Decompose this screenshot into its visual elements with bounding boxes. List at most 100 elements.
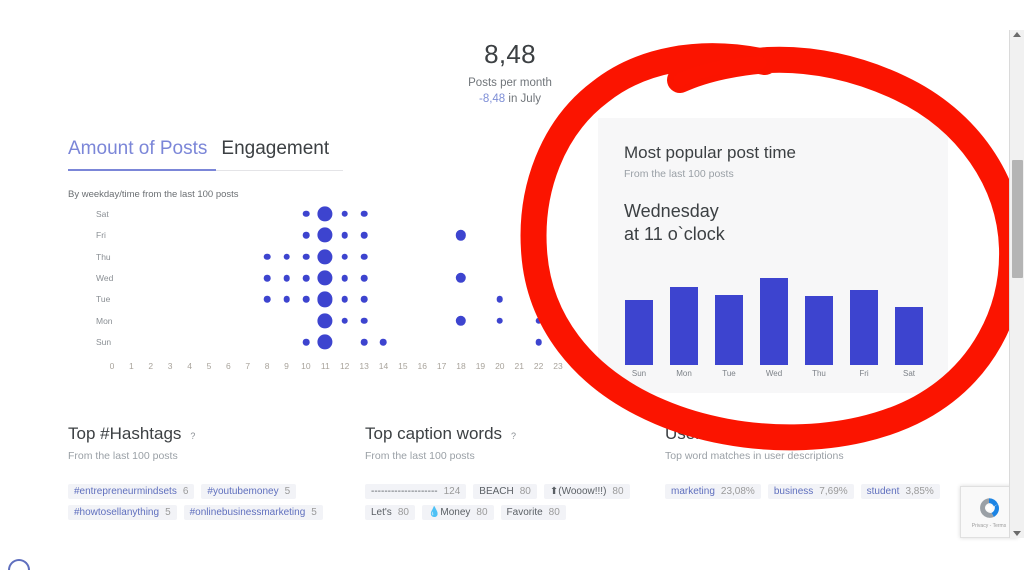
bubble-point[interactable]: [283, 253, 290, 260]
chip-label: ⬆(Wooow!!!): [549, 486, 607, 497]
scrollbar-thumb[interactable]: [1012, 160, 1023, 278]
recaptcha-sep: -: [989, 523, 992, 529]
chip[interactable]: 💧Money 80: [421, 505, 494, 520]
chip[interactable]: #youtubemoney 5: [201, 484, 297, 499]
bar-label: Mon: [676, 369, 692, 378]
bubble-point[interactable]: [496, 317, 504, 325]
bubble-point[interactable]: [302, 274, 310, 282]
tab-active-underline: [68, 169, 216, 171]
recaptcha-terms[interactable]: Terms: [993, 523, 1007, 529]
bubble-y-label-fri: Fri: [96, 230, 106, 241]
bubble-point[interactable]: [341, 296, 348, 303]
chip-label: marketing: [671, 486, 715, 497]
chip[interactable]: ⬆(Wooow!!!) 80: [543, 484, 630, 499]
bar-column-mon[interactable]: Mon: [669, 287, 699, 378]
scroll-up-arrow-icon[interactable]: [1013, 32, 1021, 37]
chip[interactable]: student 3,85%: [860, 484, 940, 499]
bubble-x-label-10: 10: [301, 361, 311, 371]
bubble-point[interactable]: [341, 253, 348, 260]
bubble-point[interactable]: [360, 253, 368, 260]
bar-column-tue[interactable]: Tue: [714, 294, 744, 378]
chip[interactable]: #howtosellanything 5: [68, 505, 177, 520]
bubble-point[interactable]: [317, 313, 333, 329]
chip[interactable]: BEACH 80: [473, 484, 537, 499]
bubble-point[interactable]: [302, 253, 310, 260]
bubble-point[interactable]: [455, 229, 467, 241]
bar-column-sat[interactable]: Sat: [894, 307, 924, 378]
bubble-point[interactable]: [302, 210, 310, 217]
chip-count: 23,08%: [720, 486, 755, 497]
bubble-point[interactable]: [360, 338, 368, 346]
bubble-point[interactable]: [317, 248, 333, 265]
bar: [805, 295, 833, 365]
bar-label: Sun: [631, 369, 647, 378]
bubble-point[interactable]: [535, 296, 542, 303]
bubble-x-label-11: 11: [320, 361, 330, 371]
chip[interactable]: #onlinebusinessmarketing 5: [183, 505, 323, 520]
bubble-point[interactable]: [341, 317, 348, 325]
bubble-point[interactable]: [341, 210, 348, 217]
page-scrollbar[interactable]: [1009, 30, 1024, 538]
bubble-point[interactable]: [535, 317, 542, 325]
tab-amount-of-posts[interactable]: Amount of Posts: [68, 138, 207, 169]
bubble-point[interactable]: [302, 231, 310, 239]
chip-label: Favorite: [506, 507, 543, 518]
tab-underline-group: [68, 169, 343, 171]
bubble-point[interactable]: [317, 270, 333, 286]
bubble-point[interactable]: [317, 334, 333, 350]
chip[interactable]: -------------------- 124: [365, 484, 467, 499]
bubble-point[interactable]: [380, 338, 387, 346]
bubble-point[interactable]: [360, 231, 368, 239]
scroll-down-arrow-icon[interactable]: [1013, 531, 1021, 536]
bubble-point[interactable]: [263, 253, 271, 260]
bar-column-sun[interactable]: Sun: [624, 300, 654, 378]
bubble-point[interactable]: [496, 296, 504, 303]
bubble-x-label-21: 21: [514, 361, 524, 371]
bubble-x-label-8: 8: [264, 361, 270, 371]
bubble-point[interactable]: [455, 315, 467, 327]
tab-engagement[interactable]: Engagement: [221, 138, 329, 169]
bubble-point[interactable]: [302, 296, 310, 303]
chart-tabs: Amount of Posts Engagement: [68, 138, 343, 171]
help-icon[interactable]: ?: [190, 431, 195, 441]
hashtag-chip-list: #entrepreneurmindsets 6 #youtubemoney 5 #how…: [68, 484, 358, 520]
bubble-point[interactable]: [360, 296, 368, 303]
bubble-point[interactable]: [360, 210, 368, 217]
bubble-point[interactable]: [341, 274, 348, 282]
bar-column-thu[interactable]: Thu: [804, 295, 834, 378]
bar-label: Fri: [859, 369, 869, 378]
bubble-point[interactable]: [455, 272, 467, 284]
bubble-x-label-18: 18: [456, 361, 466, 371]
bubble-x-label-19: 19: [475, 361, 486, 371]
chip[interactable]: #entrepreneurmindsets 6: [68, 484, 195, 499]
help-icon[interactable]: ?: [791, 431, 796, 441]
card-subtitle: From the last 100 posts: [624, 168, 734, 180]
bubble-point[interactable]: [283, 296, 290, 303]
chip[interactable]: Favorite 80: [500, 505, 566, 520]
bar-column-wed[interactable]: Wed: [759, 277, 789, 378]
section-top-caption-words: Top caption words ? From the last 100 po…: [365, 424, 655, 520]
bubble-x-label-5: 5: [206, 361, 212, 371]
section-subtitle: Top word matches in user descriptions: [665, 450, 844, 462]
chip[interactable]: business 7,69%: [767, 484, 854, 499]
bubble-point[interactable]: [317, 227, 333, 243]
bubble-point[interactable]: [317, 206, 333, 222]
chip[interactable]: Let's 80: [365, 505, 415, 520]
kpi-value: 8,48: [484, 39, 536, 69]
chip[interactable]: marketing 23,08%: [665, 484, 761, 499]
help-icon[interactable]: ?: [511, 431, 516, 441]
bubble-point[interactable]: [263, 296, 271, 303]
bubble-point[interactable]: [535, 338, 542, 346]
bubble-point[interactable]: [360, 274, 368, 282]
section-header: User's interests ?: [665, 424, 940, 444]
bubble-point[interactable]: [341, 231, 348, 239]
bubble-point[interactable]: [302, 338, 310, 346]
bubble-point[interactable]: [283, 274, 290, 282]
bubble-point[interactable]: [263, 274, 271, 282]
chip-label: #youtubemoney: [207, 486, 279, 497]
recaptcha-privacy[interactable]: Privacy: [972, 523, 988, 529]
bubble-point[interactable]: [360, 317, 368, 325]
bubble-point[interactable]: [317, 291, 333, 308]
card-headline-day: Wednesday: [624, 201, 719, 221]
bar-column-fri[interactable]: Fri: [849, 289, 879, 378]
